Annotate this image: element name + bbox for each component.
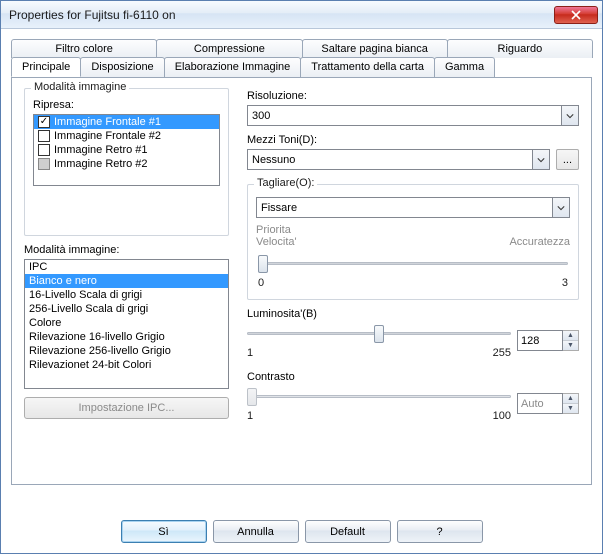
contrast-slider[interactable]	[247, 385, 511, 409]
priority-endpoints: Velocita' Accuratezza	[256, 236, 570, 248]
window-title: Properties for Fujitsu fi-6110 on	[9, 8, 554, 22]
tab-principale[interactable]: Principale	[11, 57, 81, 77]
contrast-label: Contrasto	[247, 371, 579, 383]
priority-right: Accuratezza	[509, 236, 570, 248]
list-item[interactable]: 256-Livello Scala di grigi	[25, 302, 228, 316]
list-item[interactable]: Rilevazione 256-livello Grigio	[25, 344, 228, 358]
close-button[interactable]	[554, 6, 598, 24]
ok-button[interactable]: Sì	[121, 520, 207, 543]
list-item[interactable]: ✓ Immagine Frontale #1	[34, 115, 219, 129]
resolution-value: 300	[247, 105, 562, 126]
cut-group: Tagliare(O): Fissare Priorita Velocita' …	[247, 184, 579, 300]
cut-legend: Tagliare(O):	[254, 177, 317, 189]
contrast-value[interactable]: Auto	[517, 393, 563, 414]
chevron-down-icon	[562, 105, 579, 126]
image-mode-legend: Modalità immagine	[31, 81, 129, 93]
brightness-spinner[interactable]: ▲▼	[563, 330, 579, 351]
dialog-body: Filtro colore Compressione Saltare pagin…	[11, 39, 592, 505]
priority-max: 3	[562, 277, 568, 289]
list-item[interactable]: 16-Livello Scala di grigi	[25, 288, 228, 302]
halftone-more-button[interactable]: ...	[556, 149, 579, 170]
list-item-label: 256-Livello Scala di grigi	[29, 303, 148, 315]
help-button[interactable]: ?	[397, 520, 483, 543]
tab-panel-principale: Modalità immagine Ripresa: ✓ Immagine Fr…	[11, 77, 592, 485]
cut-combo[interactable]: Fissare	[256, 197, 570, 218]
contrast-max: 100	[493, 410, 511, 422]
checkbox-icon	[38, 130, 50, 142]
list-item-label: IPC	[29, 261, 47, 273]
halftone-value: Nessuno	[247, 149, 533, 170]
resolution-combo[interactable]: 300	[247, 105, 579, 126]
spin-up-icon: ▲	[563, 331, 578, 341]
list-item[interactable]: Rilevazione 16-livello Grigio	[25, 330, 228, 344]
list-item-label: Rilevazione 16-livello Grigio	[29, 331, 165, 343]
tab-gamma[interactable]: Gamma	[434, 57, 495, 77]
close-icon	[571, 10, 581, 20]
list-item-label: Immagine Retro #2	[54, 158, 148, 170]
spin-down-icon: ▼	[563, 341, 578, 350]
chevron-down-icon	[553, 197, 570, 218]
tab-elaborazione-immagine[interactable]: Elaborazione Immagine	[164, 57, 302, 77]
resolution-label: Risoluzione:	[247, 90, 579, 102]
list-item[interactable]: Immagine Frontale #2	[34, 129, 219, 143]
brightness-value[interactable]: 128	[517, 330, 563, 351]
brightness-slider[interactable]	[247, 322, 511, 346]
brightness-max: 255	[493, 347, 511, 359]
cancel-button[interactable]: Annulla	[213, 520, 299, 543]
mode-label: Modalità immagine:	[24, 244, 229, 256]
tab-disposizione[interactable]: Disposizione	[80, 57, 164, 77]
list-item[interactable]: Immagine Retro #2	[34, 157, 219, 171]
contrast-spinner[interactable]: ▲▼	[563, 393, 579, 414]
list-item-label: Immagine Frontale #2	[54, 130, 161, 142]
list-item-label: Immagine Frontale #1	[54, 116, 161, 128]
list-item[interactable]: IPC	[25, 260, 228, 274]
right-column: Risoluzione: 300 Mezzi Toni(D): Nessuno …	[247, 88, 579, 468]
priority-left: Velocita'	[256, 236, 297, 248]
halftone-label: Mezzi Toni(D):	[247, 134, 579, 146]
list-item-label: Immagine Retro #1	[54, 144, 148, 156]
checkbox-icon	[38, 158, 50, 170]
list-item-label: Rilevazione 256-livello Grigio	[29, 345, 171, 357]
chevron-down-icon	[533, 149, 550, 170]
spin-up-icon: ▲	[563, 394, 578, 404]
default-button[interactable]: Default	[305, 520, 391, 543]
ripresa-label: Ripresa:	[33, 99, 220, 111]
list-item-label: Colore	[29, 317, 61, 329]
halftone-combo[interactable]: Nessuno	[247, 149, 550, 170]
tabs-row-top: Filtro colore Compressione Saltare pagin…	[11, 39, 592, 58]
checkbox-icon: ✓	[38, 116, 50, 128]
cut-value: Fissare	[256, 197, 553, 218]
ipc-settings-button[interactable]: Impostazione IPC...	[24, 397, 229, 419]
mode-list[interactable]: IPC Bianco e nero 16-Livello Scala di gr…	[24, 259, 229, 389]
tab-riguardo[interactable]: Riguardo	[447, 39, 593, 58]
list-item[interactable]: Colore	[25, 316, 228, 330]
tab-compressione[interactable]: Compressione	[156, 39, 302, 58]
left-column: Modalità immagine Ripresa: ✓ Immagine Fr…	[24, 88, 229, 468]
tabs-row-bottom: Principale Disposizione Elaborazione Imm…	[11, 57, 592, 77]
image-mode-group: Modalità immagine Ripresa: ✓ Immagine Fr…	[24, 88, 229, 236]
tab-trattamento-carta[interactable]: Trattamento della carta	[300, 57, 435, 77]
tab-saltare-pagina-bianca[interactable]: Saltare pagina bianca	[302, 39, 448, 58]
ripresa-list[interactable]: ✓ Immagine Frontale #1 Immagine Frontale…	[33, 114, 220, 186]
list-item-label: Bianco e nero	[29, 275, 97, 287]
priority-min: 0	[258, 277, 264, 289]
titlebar: Properties for Fujitsu fi-6110 on	[1, 1, 602, 29]
dialog-footer: Sì Annulla Default ?	[1, 520, 602, 543]
list-item[interactable]: Rilevazionet 24-bit Colori	[25, 358, 228, 372]
contrast-min: 1	[247, 410, 253, 422]
priority-label: Priorita	[256, 224, 570, 236]
checkbox-icon	[38, 144, 50, 156]
list-item[interactable]: Immagine Retro #1	[34, 143, 219, 157]
spin-down-icon: ▼	[563, 404, 578, 413]
priority-slider[interactable]	[258, 252, 568, 276]
list-item-label: 16-Livello Scala di grigi	[29, 289, 142, 301]
tab-filtro-colore[interactable]: Filtro colore	[11, 39, 157, 58]
list-item[interactable]: Bianco e nero	[25, 274, 228, 288]
brightness-label: Luminosita'(B)	[247, 308, 579, 320]
properties-dialog: Properties for Fujitsu fi-6110 on Filtro…	[0, 0, 603, 554]
list-item-label: Rilevazionet 24-bit Colori	[29, 359, 151, 371]
brightness-min: 1	[247, 347, 253, 359]
